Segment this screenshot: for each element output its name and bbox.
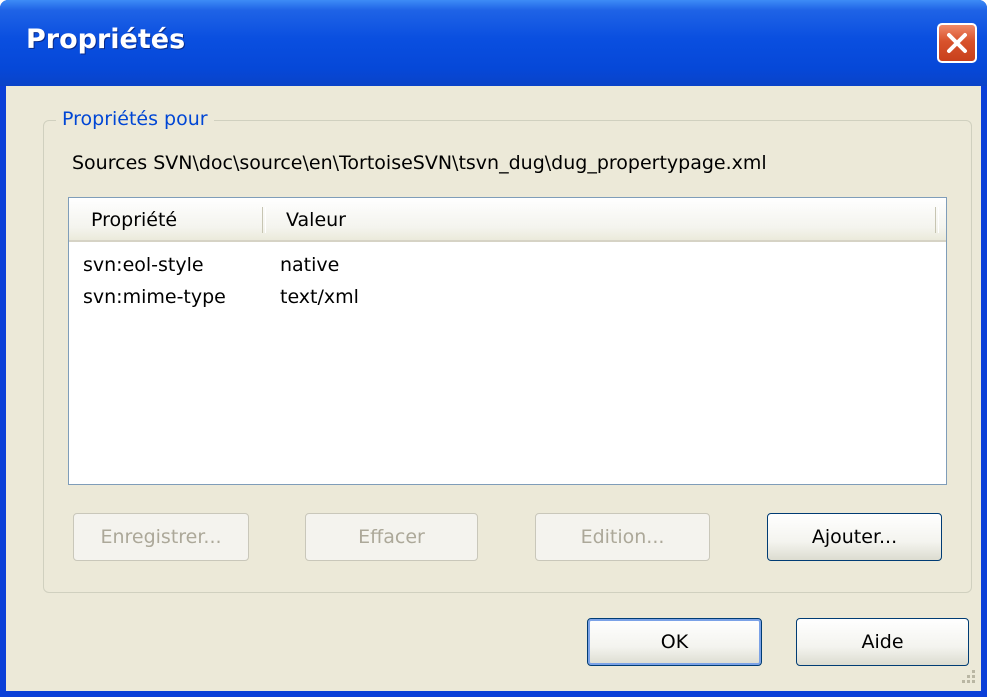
- row-value: native: [280, 254, 340, 276]
- save-button[interactable]: Enregistrer...: [73, 513, 249, 561]
- resize-grip-icon[interactable]: [958, 666, 978, 686]
- column-separator[interactable]: [262, 207, 266, 233]
- ok-button[interactable]: OK: [587, 618, 762, 666]
- edit-button[interactable]: Edition...: [535, 513, 710, 561]
- close-button[interactable]: [937, 23, 977, 63]
- help-button[interactable]: Aide: [796, 618, 969, 666]
- remove-button[interactable]: Effacer: [305, 513, 478, 561]
- column-header-value[interactable]: Valeur: [286, 209, 346, 231]
- row-property: svn:mime-type: [83, 286, 226, 308]
- edit-button-label: Edition...: [580, 526, 665, 548]
- remove-button-label: Effacer: [358, 526, 425, 548]
- add-button-label: Ajouter...: [811, 526, 898, 548]
- add-button[interactable]: Ajouter...: [767, 513, 942, 561]
- close-icon: [947, 33, 967, 53]
- dialog-client-area: Propriétés pour Sources SVN\doc\source\e…: [6, 86, 981, 691]
- column-header-property[interactable]: Propriété: [91, 209, 177, 231]
- window-title: Propriétés: [26, 24, 186, 55]
- file-path: Sources SVN\doc\source\en\TortoiseSVN\ts…: [72, 152, 767, 174]
- list-header: Propriété Valeur: [69, 198, 946, 242]
- column-separator[interactable]: [935, 207, 939, 233]
- save-button-label: Enregistrer...: [100, 526, 222, 548]
- title-bar[interactable]: Propriétés: [0, 0, 987, 86]
- row-value: text/xml: [280, 286, 359, 308]
- properties-list[interactable]: Propriété Valeur svn:eol-style native sv…: [68, 197, 947, 485]
- properties-dialog: Propriétés Propriétés pour Sources SVN\d…: [0, 0, 987, 697]
- row-property: svn:eol-style: [83, 254, 204, 276]
- group-label: Propriétés pour: [56, 108, 214, 130]
- help-button-label: Aide: [861, 631, 904, 653]
- list-row[interactable]: svn:mime-type text/xml: [69, 286, 946, 314]
- list-row[interactable]: svn:eol-style native: [69, 254, 946, 282]
- ok-button-label: OK: [660, 631, 689, 653]
